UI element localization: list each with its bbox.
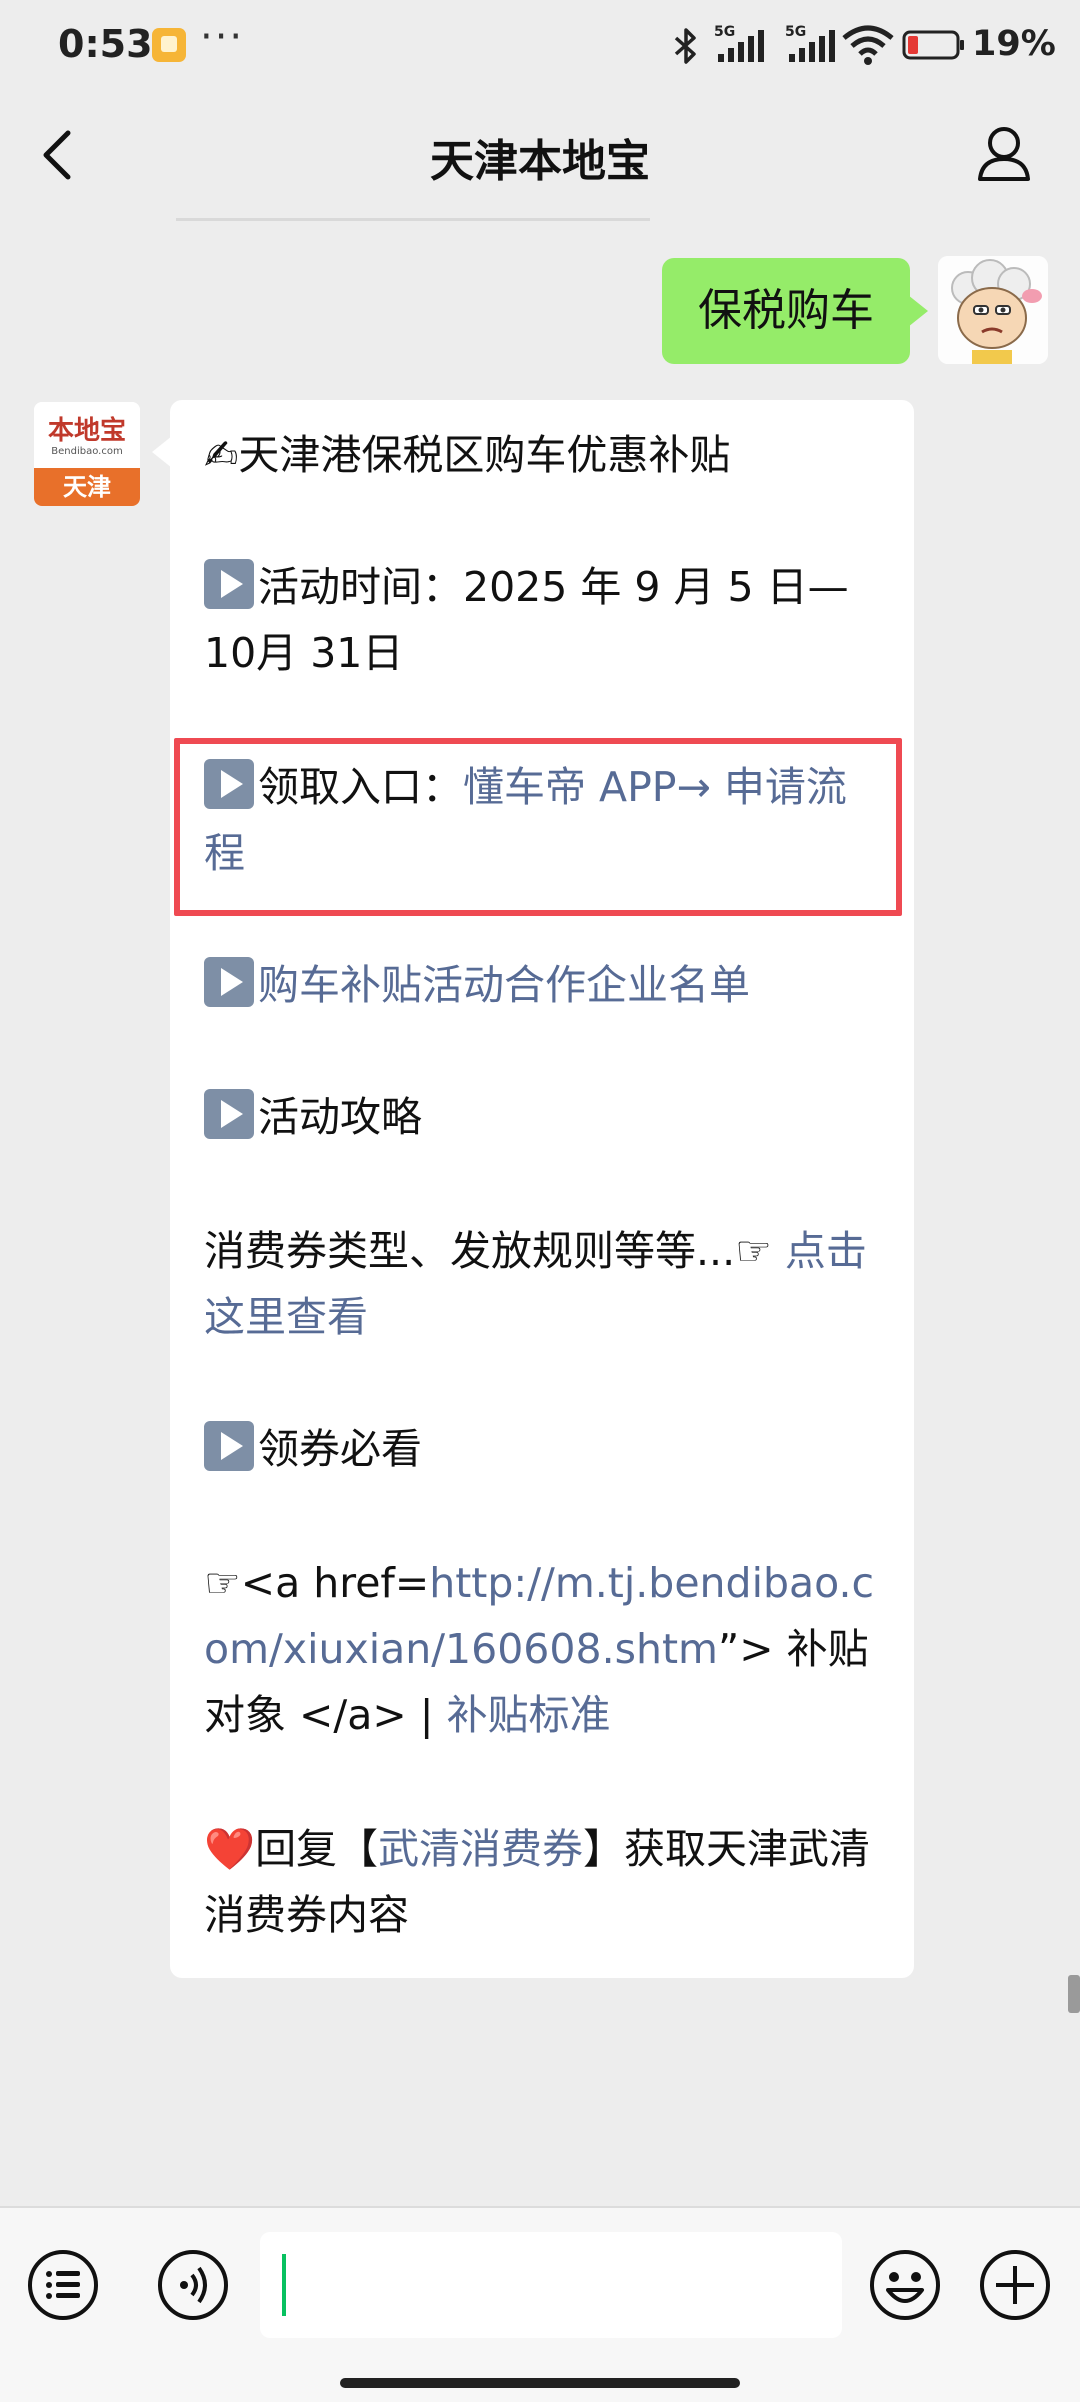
status-time: 0:53 — [58, 22, 153, 66]
raw-html-prefix: ☞<a href= — [204, 1559, 430, 1607]
avatar-city-band: 天津 — [34, 468, 140, 506]
divider — [176, 218, 650, 221]
voice-icon[interactable] — [156, 2248, 230, 2322]
activity-time-text: 活动时间：2025 年 9 月 5 日—10月 31日 — [204, 563, 849, 677]
subsidy-standard-link[interactable]: 补贴标准 — [447, 1691, 611, 1739]
guide-line: 活动攻略 — [204, 1084, 880, 1150]
home-indicator[interactable] — [340, 2378, 740, 2388]
must-read-line: 领券必看 — [204, 1416, 880, 1482]
partner-list-link[interactable]: 购车补贴活动合作企业名单 — [258, 961, 750, 1009]
menu-list-icon[interactable] — [26, 2248, 100, 2322]
play-button-icon — [204, 559, 254, 609]
wifi-icon — [842, 25, 894, 65]
heart-icon: ❤️ — [204, 1825, 256, 1873]
battery-percent: 19% — [972, 24, 1056, 64]
coupon-types-line: 消费券类型、发放规则等等...☞ 点击这里查看 — [204, 1218, 880, 1350]
scroll-indicator[interactable] — [1068, 1975, 1080, 2013]
user-avatar[interactable] — [938, 256, 1048, 364]
profile-icon[interactable] — [976, 123, 1032, 183]
page-title: 天津本地宝 — [430, 136, 650, 187]
highlight-box — [174, 738, 902, 916]
official-account-avatar[interactable]: 本地宝 Bendibao.com 天津 — [34, 402, 140, 506]
battery-icon — [902, 30, 964, 60]
reply-line: ❤️回复【武清消费券】获取天津武清消费券内容 — [204, 1816, 880, 1948]
activity-time-line: 活动时间：2025 年 9 月 5 日—10月 31日 — [204, 554, 880, 686]
bot-message-bubble: ✍天津港保税区购车优惠补贴 活动时间：2025 年 9 月 5 日—10月 31… — [152, 400, 914, 1978]
play-button-icon — [204, 957, 254, 1007]
play-button-icon — [204, 1089, 254, 1139]
status-bar: 0:53 ··· 5G 5G 19% — [0, 0, 1080, 95]
notification-app-icon — [152, 28, 186, 62]
coupon-types-text: 消费券类型、发放规则等等...☞ — [204, 1227, 785, 1275]
must-read-label: 领券必看 — [258, 1425, 422, 1473]
partner-list-line: 购车补贴活动合作企业名单 — [204, 952, 880, 1018]
user-message-bubble[interactable]: 保税购车 — [662, 258, 928, 364]
avatar-logo-subtext: Bendibao.com — [51, 446, 123, 457]
more-notifications-icon: ··· — [200, 14, 245, 60]
network-label-1: 5G — [714, 24, 735, 40]
bluetooth-icon — [674, 28, 696, 64]
text-cursor — [282, 2254, 286, 2316]
user-message-text: 保税购车 — [698, 285, 874, 336]
guide-label: 活动攻略 — [258, 1093, 422, 1141]
message-heading: ✍天津港保税区购车优惠补贴 — [204, 431, 731, 479]
raw-link-line: ☞<a href=http://m.tj.bendibao.com/xiuxia… — [204, 1550, 880, 1748]
emoji-icon[interactable] — [868, 2248, 942, 2322]
reply-prefix: 回复【 — [255, 1825, 379, 1873]
network-label-2: 5G — [785, 24, 806, 40]
signal-icon: 5G — [714, 24, 764, 62]
input-bar — [0, 2206, 1080, 2402]
plus-icon[interactable] — [978, 2248, 1052, 2322]
avatar-logo-text: 本地宝 — [47, 416, 126, 446]
reply-keyword-link[interactable]: 武清消费券 — [378, 1825, 583, 1873]
message-input[interactable] — [260, 2232, 842, 2338]
cartoon-sheep-avatar — [938, 256, 1048, 364]
play-button-icon — [204, 1421, 254, 1471]
chat-header: 天津本地宝 — [0, 95, 1080, 215]
